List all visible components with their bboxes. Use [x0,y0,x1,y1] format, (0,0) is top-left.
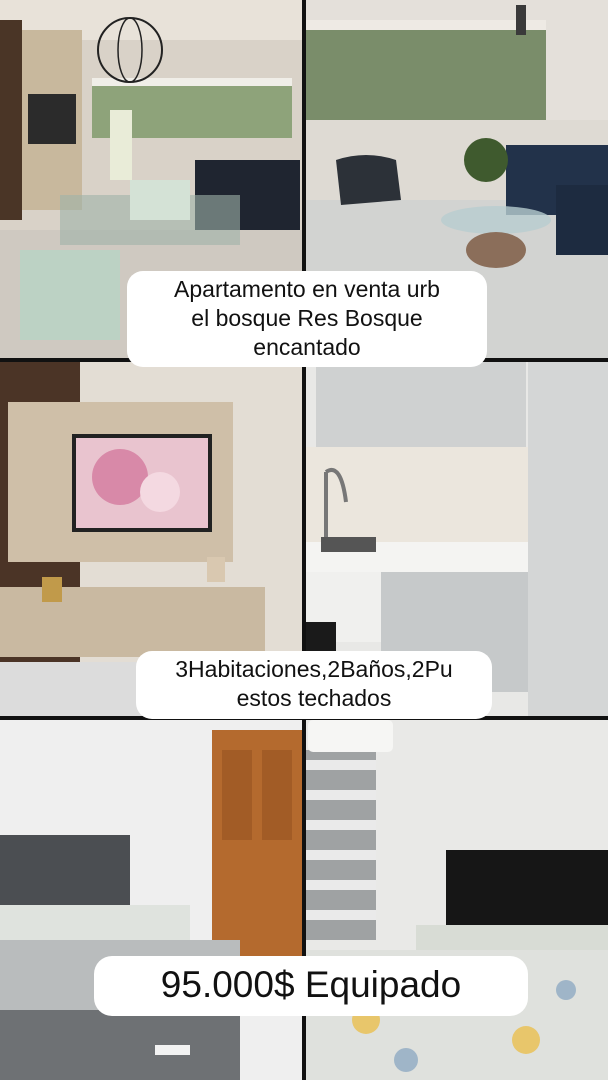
price-caption: 95.000$ Equipado [94,956,528,1017]
features-caption: 3Habitaciones,2Baños,2Pu estos techados [136,651,492,719]
photo-bedroom-1 [0,720,302,1080]
photo-collage: Apartamento en venta urb el bosque Res B… [0,0,608,1080]
photo-bedroom-2 [306,720,608,1080]
listing-title-caption: Apartamento en venta urb el bosque Res B… [127,271,487,368]
